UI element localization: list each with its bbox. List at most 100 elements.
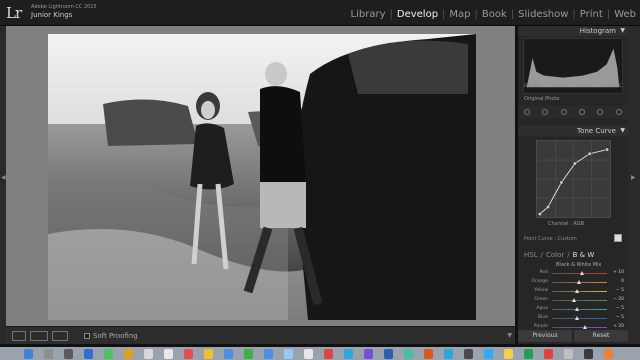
collapse-icon[interactable]: ▼ (620, 127, 625, 134)
curve-point[interactable] (572, 161, 577, 166)
dock-app-icon[interactable] (364, 349, 373, 359)
image-canvas[interactable] (6, 26, 515, 326)
expand-left-icon[interactable]: ◀ (1, 174, 6, 181)
slider-knob[interactable] (582, 325, 587, 329)
dock-app-icon[interactable] (24, 349, 33, 359)
curve-point[interactable] (559, 180, 564, 185)
crop-icon[interactable] (524, 109, 531, 115)
loupe-view-icon[interactable] (12, 331, 26, 341)
soft-proofing-toggle[interactable]: Soft Proofing (84, 332, 138, 340)
dock-app-icon[interactable] (584, 349, 593, 359)
module-library[interactable]: Library (351, 9, 386, 20)
dock-app-icon[interactable] (84, 349, 93, 359)
dock-app-icon[interactable] (324, 349, 333, 359)
dock-app-icon[interactable] (344, 349, 353, 359)
dock-app-icon[interactable] (124, 349, 133, 359)
dock-app-icon[interactable] (164, 349, 173, 359)
slider-green[interactable]: Green − 20 (522, 297, 624, 305)
curve-point[interactable] (545, 205, 550, 210)
collapse-right-icon[interactable]: ▶ (631, 174, 636, 181)
slider-knob[interactable] (579, 271, 584, 275)
dock-app-icon[interactable] (444, 349, 453, 359)
before-after-icon[interactable] (30, 331, 48, 341)
dock-app-icon[interactable] (604, 349, 613, 359)
slider-blue[interactable]: Blue − 5 (522, 315, 624, 323)
right-edge-scroller[interactable]: ▶ (628, 26, 640, 344)
dock-app-icon[interactable] (104, 349, 113, 359)
tone-curve-graph[interactable] (536, 140, 611, 218)
reset-button[interactable]: Reset (574, 330, 628, 342)
catalog-name: Junior Kings (31, 11, 73, 19)
slider-track[interactable] (552, 309, 607, 310)
module-develop[interactable]: Develop (397, 9, 438, 20)
module-picker: Library | Develop | Map | Book | Slideshow | Print… (351, 9, 636, 20)
tone-curve-header[interactable]: Tone Curve ▼ (518, 126, 628, 136)
dock-app-icon[interactable] (484, 349, 493, 359)
bw-mix-title: Black & White Mix (556, 262, 602, 268)
previous-button[interactable]: Previous (518, 330, 572, 342)
dock-app-icon[interactable] (244, 349, 253, 359)
slider-value: − 5 (615, 315, 624, 320)
radial-filter-icon[interactable] (597, 109, 604, 115)
dock-app-icon[interactable] (64, 349, 73, 359)
dock-app-icon[interactable] (284, 349, 293, 359)
slider-knob[interactable] (575, 289, 580, 293)
compare-view-icon[interactable] (52, 331, 68, 341)
slider-knob[interactable] (575, 307, 580, 311)
slider-track[interactable] (552, 327, 607, 328)
curve-point[interactable] (605, 147, 610, 152)
dock-app-icon[interactable] (404, 349, 413, 359)
spot-removal-icon[interactable] (542, 109, 549, 115)
dock-app-icon[interactable] (184, 349, 193, 359)
dock-app-icon[interactable] (504, 349, 513, 359)
slider-yellow[interactable]: Yellow − 5 (522, 288, 624, 296)
app-name: Adobe Lightroom CC 2015 (31, 4, 97, 10)
histogram-header[interactable]: Histogram ▼ (518, 26, 628, 36)
slider-orange[interactable]: Orange 0 (522, 279, 624, 287)
graduated-filter-icon[interactable] (579, 109, 586, 115)
hsl-tabs: HSL / Color / B & W (524, 251, 594, 259)
curve-point[interactable] (587, 151, 592, 156)
curve-point[interactable] (537, 212, 542, 217)
dock-app-icon[interactable] (424, 349, 433, 359)
dock-app-icon[interactable] (204, 349, 213, 359)
slider-label: Purple (533, 324, 548, 329)
dock-app-icon[interactable] (564, 349, 573, 359)
slider-red[interactable]: Red + 10 (522, 270, 624, 278)
slider-knob[interactable] (577, 280, 581, 284)
slider-knob[interactable] (575, 316, 580, 320)
point-curve-selector[interactable]: Point Curve : Custom (524, 236, 577, 242)
dock-app-icon[interactable] (144, 349, 153, 359)
dock-app-icon[interactable] (464, 349, 473, 359)
dock-app-icon[interactable] (44, 349, 53, 359)
module-print[interactable]: Print (580, 9, 603, 20)
module-web[interactable]: Web (614, 9, 636, 20)
dock-app-icon[interactable] (384, 349, 393, 359)
slider-track[interactable] (552, 318, 607, 319)
tab-bw[interactable]: B & W (573, 251, 595, 259)
slider-aqua[interactable]: Aqua − 5 (522, 306, 624, 314)
dock-app-icon[interactable] (524, 349, 533, 359)
module-book[interactable]: Book (482, 9, 507, 20)
slider-track[interactable] (552, 291, 607, 292)
point-curve-edit-icon[interactable] (614, 234, 622, 242)
dock-app-icon[interactable] (304, 349, 313, 359)
red-eye-icon[interactable] (560, 109, 567, 115)
dock-app-icon[interactable] (224, 349, 233, 359)
channel-selector[interactable]: Channel : RGB (548, 221, 584, 227)
collapse-icon[interactable]: ▼ (620, 27, 625, 34)
point-curve-value: Custom (557, 236, 577, 242)
slider-track[interactable] (552, 300, 607, 301)
tab-hsl[interactable]: HSL (524, 251, 538, 259)
channel-label: Channel : (548, 221, 572, 227)
module-slideshow[interactable]: Slideshow (518, 9, 568, 20)
slider-knob[interactable] (571, 298, 576, 302)
adjustment-brush-icon[interactable] (615, 109, 622, 115)
soft-proofing-checkbox[interactable] (84, 333, 90, 339)
module-map[interactable]: Map (449, 9, 470, 20)
toolbar-menu-icon[interactable]: ▼ (507, 332, 512, 339)
dock-app-icon[interactable] (544, 349, 553, 359)
dock-app-icon[interactable] (264, 349, 273, 359)
tab-color[interactable]: Color (546, 251, 564, 259)
toolbar: Soft Proofing ▼ (6, 326, 515, 344)
